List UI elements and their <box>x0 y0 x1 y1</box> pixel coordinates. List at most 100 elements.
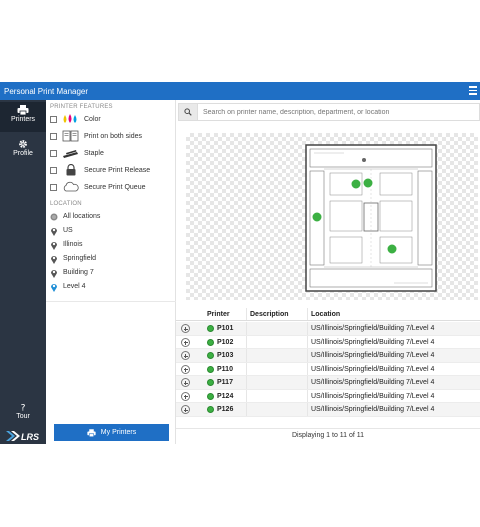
secure-queue-label: Secure Print Queue <box>84 183 146 191</box>
status-online-icon <box>207 365 214 373</box>
pagination-info: Displaying 1 to 11 of 11 <box>176 428 480 444</box>
printer-name: P102 <box>217 338 234 346</box>
help-icon: ? <box>21 402 26 412</box>
location-building-7-label: Building 7 <box>63 269 94 276</box>
svg-text:LRS: LRS <box>21 432 39 442</box>
printer-icon <box>17 105 29 115</box>
printer-name: P110 <box>217 365 233 373</box>
app-title: Personal Print Manager <box>4 86 89 96</box>
floor-map[interactable] <box>186 133 478 300</box>
feature-duplex[interactable]: Print on both sides <box>50 129 174 143</box>
print-manager-app: Personal Print Manager Printers Profile … <box>0 82 480 444</box>
search-input[interactable] <box>198 108 468 116</box>
secure-queue-checkbox[interactable] <box>50 183 57 191</box>
printer-location: US/Illinois/Springfield/Building 7/Level… <box>311 338 435 346</box>
main-panel: Printer Description Location P101 US/Ill… <box>176 100 480 444</box>
duplex-checkbox[interactable] <box>50 132 57 140</box>
nav-tour-label: Tour <box>16 413 30 420</box>
location-all-label: All locations <box>63 213 101 220</box>
location-springfield-label: Springfield <box>63 255 97 262</box>
pin-icon <box>51 255 57 264</box>
color-checkbox[interactable] <box>50 115 57 123</box>
status-online-icon <box>207 325 214 332</box>
globe-icon <box>50 213 58 220</box>
secure-release-label: Secure Print Release <box>84 166 151 174</box>
lock-icon <box>66 164 76 176</box>
location-illinois[interactable]: Illinois <box>50 238 174 251</box>
printer-name: P117 <box>217 379 233 386</box>
printer-icon <box>87 428 96 437</box>
cloud-icon <box>63 181 79 192</box>
location-all[interactable]: All locations <box>50 210 174 223</box>
table-row[interactable]: P110 US/Illinois/Springfield/Building 7/… <box>176 362 480 376</box>
table-row[interactable]: P103 US/Illinois/Springfield/Building 7/… <box>176 349 480 363</box>
add-printer-icon[interactable] <box>181 351 190 360</box>
color-ink-icon <box>63 114 77 123</box>
table-body: P101 US/Illinois/Springfield/Building 7/… <box>176 322 480 430</box>
pin-icon-active <box>51 283 57 292</box>
printer-name: P101 <box>217 325 234 332</box>
printer-table: Printer Description Location P101 US/Ill… <box>176 308 480 417</box>
printer-name: P126 <box>217 406 234 413</box>
gear-icon <box>19 140 27 148</box>
printer-location: US/Illinois/Springfield/Building 7/Level… <box>311 325 435 332</box>
filter-divider <box>46 301 176 302</box>
color-label: Color <box>84 115 101 123</box>
duplex-icon <box>62 130 79 142</box>
staple-checkbox[interactable] <box>50 149 57 157</box>
feature-color[interactable]: Color <box>50 112 174 126</box>
add-printer-icon[interactable] <box>181 378 190 387</box>
location-building-7[interactable]: Building 7 <box>50 266 174 279</box>
status-online-icon <box>207 379 214 386</box>
add-printer-icon[interactable] <box>181 324 190 333</box>
add-printer-icon[interactable] <box>181 405 190 414</box>
nav-item-tour[interactable]: ? Tour <box>0 399 46 429</box>
printer-features-title: PRINTER FEATURES <box>50 104 113 110</box>
search-button[interactable] <box>179 104 198 120</box>
location-us[interactable]: US <box>50 224 174 237</box>
table-row[interactable]: P126 US/Illinois/Springfield/Building 7/… <box>176 403 480 417</box>
header-printer[interactable]: Printer <box>207 311 230 318</box>
my-printers-label: My Printers <box>100 429 137 436</box>
status-online-icon <box>207 406 214 413</box>
header-description[interactable]: Description <box>250 311 289 318</box>
table-row[interactable]: P102 US/Illinois/Springfield/Building 7/… <box>176 335 480 349</box>
secure-release-checkbox[interactable] <box>50 166 57 174</box>
staple-label: Staple <box>84 149 104 157</box>
table-row[interactable]: P101 US/Illinois/Springfield/Building 7/… <box>176 322 480 336</box>
nav-profile-label: Profile <box>13 150 33 157</box>
feature-staple[interactable]: Staple <box>50 146 174 160</box>
printer-location: US/Illinois/Springfield/Building 7/Level… <box>311 379 435 386</box>
table-row[interactable]: P124 US/Illinois/Springfield/Building 7/… <box>176 389 480 403</box>
status-online-icon <box>207 338 214 346</box>
location-level-4[interactable]: Level 4 <box>50 280 174 293</box>
printer-location: US/Illinois/Springfield/Building 7/Level… <box>311 392 435 400</box>
my-printers-button[interactable]: My Printers <box>54 424 169 441</box>
lrs-logo: LRS <box>6 431 39 442</box>
add-printer-icon[interactable] <box>181 364 190 374</box>
search-icon <box>184 108 192 116</box>
header-location[interactable]: Location <box>311 311 340 318</box>
hamburger-menu-icon[interactable] <box>469 86 477 96</box>
table-row[interactable]: P117 US/Illinois/Springfield/Building 7/… <box>176 376 480 390</box>
location-level-4-label: Level 4 <box>63 283 86 290</box>
printer-name: P103 <box>217 352 234 359</box>
pin-icon <box>51 269 57 278</box>
location-us-label: US <box>63 227 73 234</box>
add-printer-icon[interactable] <box>181 337 190 347</box>
nav-item-profile[interactable]: Profile <box>0 136 46 166</box>
status-online-icon <box>207 352 214 359</box>
location-illinois-label: Illinois <box>63 241 83 248</box>
nav-item-printers[interactable]: Printers <box>0 102 46 132</box>
location-springfield[interactable]: Springfield <box>50 252 174 265</box>
printer-location: US/Illinois/Springfield/Building 7/Level… <box>311 365 435 373</box>
feature-secure-release[interactable]: Secure Print Release <box>50 163 174 177</box>
add-printer-icon[interactable] <box>181 391 190 401</box>
svg-text:?: ? <box>21 402 26 412</box>
staple-icon <box>63 150 78 158</box>
feature-secure-queue[interactable]: Secure Print Queue <box>50 180 174 194</box>
table-header: Printer Description Location <box>176 308 480 321</box>
floor-plan-image <box>305 144 437 292</box>
filter-panel: PRINTER FEATURES Color Print on both sid… <box>46 100 176 444</box>
printer-location: US/Illinois/Springfield/Building 7/Level… <box>311 352 435 359</box>
